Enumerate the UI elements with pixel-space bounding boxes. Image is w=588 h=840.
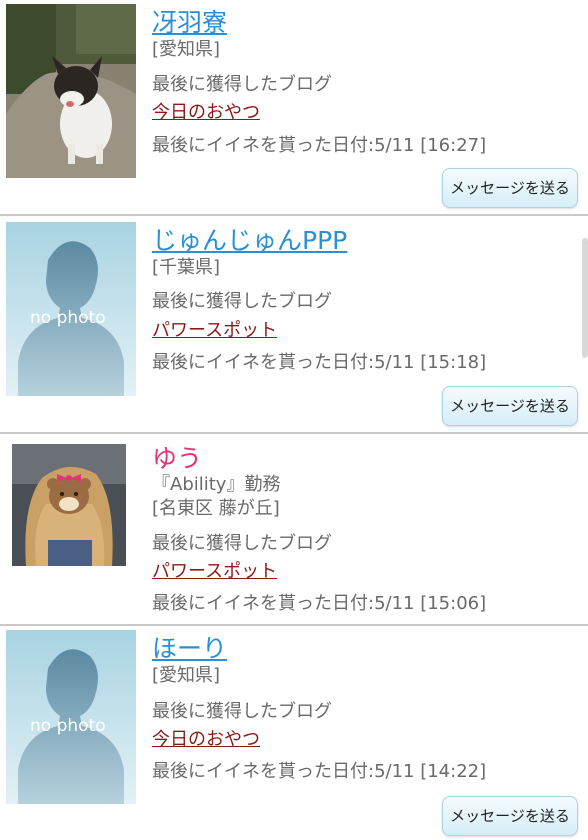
send-message-button[interactable]: メッセージを送る (442, 796, 578, 836)
blog-heading: 最後に獲得したブログ (152, 74, 332, 95)
user-card: no photo じゅんじゅんPPP [千葉県] 最後に獲得したブログ パワース… (0, 216, 588, 432)
blog-title-link[interactable]: 今日のおやつ (152, 101, 260, 125)
last-like-date: 最後にイイネを貰った日付:5/11 [16:27] (152, 135, 487, 156)
blog-title-link[interactable]: パワースポット (152, 319, 277, 343)
last-like-date: 最後にイイネを貰った日付:5/11 [15:18] (152, 352, 487, 373)
last-like-date: 最後にイイネを貰った日付:5/11 [14:22] (152, 761, 487, 782)
blog-title-link[interactable]: 今日のおやつ (152, 728, 260, 752)
dog-photo-icon (6, 4, 136, 178)
user-card: no photo ほーり [愛知県] 最後に獲得したブログ 今日のおやつ 最後に… (0, 626, 588, 840)
blog-title-link[interactable]: パワースポット (152, 560, 277, 584)
user-location: [愛知県] (152, 665, 221, 686)
send-message-button[interactable]: メッセージを送る (442, 168, 578, 208)
scrollbar[interactable] (582, 238, 588, 358)
user-photo[interactable]: no photo (6, 630, 136, 804)
user-photo[interactable] (6, 4, 136, 178)
user-location: [千葉県] (152, 257, 221, 278)
woman-photo-icon (12, 444, 126, 566)
no-photo-label: no photo (30, 308, 106, 328)
blog-heading: 最後に獲得したブログ (152, 291, 332, 312)
user-name[interactable]: ゆう (152, 444, 202, 474)
blog-heading: 最後に獲得したブログ (152, 533, 332, 554)
user-location: [名東区 藤が丘] (152, 498, 280, 519)
user-card: 冴羽寮 [愛知県] 最後に獲得したブログ 今日のおやつ 最後にイイネを貰った日付… (0, 0, 588, 214)
send-message-button[interactable]: メッセージを送る (442, 386, 578, 426)
last-like-date: 最後にイイネを貰った日付:5/11 [15:06] (152, 593, 487, 614)
blog-heading: 最後に獲得したブログ (152, 701, 332, 722)
no-photo-label: no photo (30, 716, 106, 736)
user-card: ゆう 『Ability』勤務 [名東区 藤が丘] 最後に獲得したブログ パワース… (0, 434, 588, 622)
user-name[interactable]: ほーり (152, 634, 227, 664)
user-name[interactable]: じゅんじゅんPPP (152, 226, 347, 256)
user-workplace: 『Ability』勤務 (152, 474, 281, 495)
user-photo[interactable] (12, 444, 126, 566)
user-photo[interactable]: no photo (6, 222, 136, 396)
user-location: [愛知県] (152, 39, 221, 60)
user-name[interactable]: 冴羽寮 (152, 8, 227, 38)
